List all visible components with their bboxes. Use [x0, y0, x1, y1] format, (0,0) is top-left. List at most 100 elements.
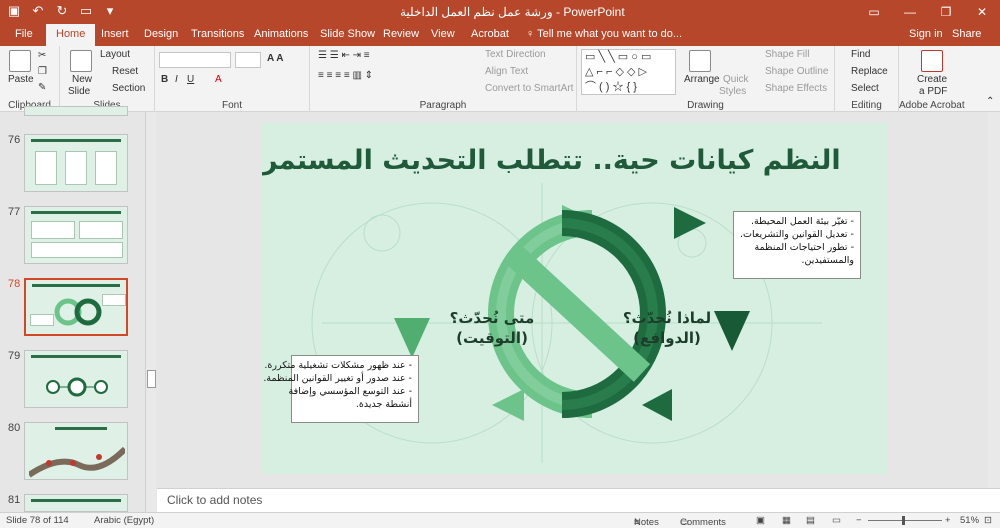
close-button[interactable]: ✕ — [964, 0, 1000, 24]
callout-line: - تعديل القوانين والتشريعات. — [740, 229, 854, 240]
group-label-drawing: Drawing — [687, 100, 724, 111]
slideshow-start-icon[interactable]: ▭ — [78, 3, 94, 19]
tab-review[interactable]: Review — [383, 28, 419, 40]
bullets-icon[interactable]: ☰ ☰ ⇤ ⇥ ≡ — [318, 50, 370, 61]
ribbon-display-options-icon[interactable]: ▭ — [856, 0, 892, 24]
cut-icon[interactable]: ✂ — [38, 50, 46, 61]
minimize-button[interactable]: — — [892, 0, 928, 24]
zoom-out-icon[interactable]: − — [856, 515, 862, 526]
font-size-box[interactable] — [235, 52, 261, 68]
restore-button[interactable]: ❐ — [928, 0, 964, 24]
layout-button[interactable]: Layout — [100, 49, 130, 60]
italic-icon[interactable]: I — [175, 74, 178, 85]
slide-thumbnail[interactable] — [24, 494, 128, 512]
slide-canvas[interactable]: النظم كيانات حية.. تتطلب التحديث المستمر… — [262, 123, 888, 474]
slide-thumbnail-75[interactable] — [24, 106, 128, 116]
shapes-gallery[interactable]: ▭ ╲ ╲ ▭ ○ ▭ △ ⌐ ⌐ ◇ ◇ ▷ ⌒ ( ) ☆ { } — [581, 49, 676, 95]
callout-line: - عند صدور أو تغيير القوانين المنظمة. — [263, 373, 412, 384]
slide-sorter-icon[interactable]: ▦ — [782, 515, 791, 526]
thumbnail-scrollbar[interactable] — [145, 112, 156, 512]
reset-button[interactable]: Reset — [112, 66, 138, 77]
bold-icon[interactable]: B — [161, 74, 168, 85]
zoom-slider[interactable] — [868, 520, 942, 521]
status-bar: Slide 78 of 114 Arabic (Egypt) ≡ Notes ▭… — [0, 512, 1000, 528]
reading-view-icon[interactable]: ▤ — [806, 515, 815, 526]
save-icon[interactable]: ▣ — [6, 3, 22, 19]
select-button[interactable]: Select — [851, 83, 879, 94]
share-label: Share — [952, 28, 982, 40]
create-pdf-label-1[interactable]: Create — [917, 74, 947, 85]
slide-thumbnail[interactable] — [24, 134, 128, 192]
section-button[interactable]: Section — [112, 83, 145, 94]
callout-when-update[interactable]: - عند ظهور مشكلات تشغيلية متكررة. - عند … — [263, 355, 419, 423]
tell-me-box[interactable]: ♀ Tell me what you want to do... — [526, 28, 682, 40]
align-text-button[interactable]: Align Text — [485, 66, 528, 77]
notes-pane[interactable]: Click to add notes — [157, 488, 1000, 512]
arrange-button[interactable]: Arrange — [684, 74, 720, 85]
shape-effects-button[interactable]: Shape Effects — [765, 83, 827, 94]
language-indicator[interactable]: Arabic (Egypt) — [94, 515, 154, 526]
tab-acrobat[interactable]: Acrobat — [471, 28, 509, 40]
format-painter-icon[interactable]: ✎ — [38, 82, 46, 93]
align-icon[interactable]: ≡ ≡ ≡ ≡ ▥ ⇕ — [318, 70, 373, 81]
quick-styles-label-2[interactable]: Styles — [719, 86, 746, 97]
notes-placeholder[interactable]: Click to add notes — [167, 493, 262, 507]
tab-design[interactable]: Design — [144, 28, 178, 40]
tab-transitions[interactable]: Transitions — [191, 28, 244, 40]
slide-thumbnail[interactable] — [24, 350, 128, 408]
new-slide-label-1[interactable]: New — [72, 74, 92, 85]
window-title: ورشة عمل نظم العمل الداخلية - PowerPoint — [400, 5, 625, 19]
tab-insert[interactable]: Insert — [101, 28, 129, 40]
tab-slide-show[interactable]: Slide Show — [320, 28, 375, 40]
right-loop-label[interactable]: لماذا نُحدّث؟ (الدوافع) — [607, 308, 727, 348]
grow-font-icon[interactable]: A A — [267, 53, 283, 64]
group-paragraph: ☰ ☰ ⇤ ⇥ ≡ ≡ ≡ ≡ ≡ ▥ ⇕ Text Direction Ali… — [310, 46, 577, 112]
tab-view[interactable]: View — [431, 28, 455, 40]
new-slide-icon[interactable] — [70, 50, 92, 72]
tab-file[interactable]: File — [15, 28, 33, 40]
text-direction-button[interactable]: Text Direction — [485, 49, 546, 60]
find-button[interactable]: Find — [851, 49, 870, 60]
sign-in-link[interactable]: Sign in — [909, 28, 943, 40]
thumbnail-infinity-graphic — [54, 298, 102, 326]
collapse-ribbon-icon[interactable]: ⌃ — [986, 96, 994, 107]
slide-scrollbar[interactable] — [988, 112, 1000, 488]
quick-styles-label-1[interactable]: Quick — [723, 74, 749, 85]
zoom-slider-knob[interactable] — [902, 516, 905, 525]
replace-button[interactable]: Replace — [851, 66, 888, 77]
callout-why-update[interactable]: - تغيّر بيئة العمل المحيطة. - تعديل القو… — [733, 211, 861, 279]
group-clipboard: Paste ✂ ❐ ✎ Clipboard — [0, 46, 60, 112]
paste-button[interactable]: Paste — [8, 74, 34, 85]
new-slide-label-2[interactable]: Slide — [68, 86, 90, 97]
pdf-icon[interactable] — [921, 50, 943, 72]
callout-line: - تغيّر بيئة العمل المحيطة. — [750, 216, 854, 227]
tab-home[interactable]: Home — [46, 24, 96, 46]
zoom-in-icon[interactable]: + — [945, 515, 951, 526]
customize-qat-icon[interactable]: ▾ — [102, 3, 118, 19]
arrange-icon[interactable] — [689, 50, 711, 72]
slide-thumbnail[interactable] — [24, 206, 128, 264]
left-loop-label[interactable]: متى نُحدّث؟ (التوقيت) — [437, 308, 547, 348]
tab-animations[interactable]: Animations — [254, 28, 308, 40]
convert-smartart-button[interactable]: Convert to SmartArt — [485, 83, 573, 94]
underline-icon[interactable]: U — [187, 74, 194, 85]
shape-outline-button[interactable]: Shape Outline — [765, 66, 828, 77]
redo-icon[interactable]: ↻ — [54, 3, 70, 19]
create-pdf-label-2[interactable]: a PDF — [919, 86, 947, 97]
undo-icon[interactable]: ↶ — [30, 3, 46, 19]
share-button[interactable]: Share — [952, 28, 981, 40]
font-color-icon[interactable]: A — [215, 74, 222, 85]
scrollbar-thumb[interactable] — [147, 370, 156, 388]
shape-fill-button[interactable]: Shape Fill — [765, 49, 809, 60]
normal-view-icon[interactable]: ▣ — [756, 515, 765, 526]
font-name-box[interactable] — [159, 52, 231, 68]
thumbnail-number: 78 — [8, 278, 21, 290]
slideshow-view-icon[interactable]: ▭ — [832, 515, 841, 526]
slide-thumbnail[interactable] — [24, 422, 128, 480]
ribbon-tabs: File Home Insert Design Transitions Anim… — [0, 24, 1000, 46]
fit-slide-icon[interactable]: ⊡ — [984, 515, 992, 526]
copy-icon[interactable]: ❐ — [38, 66, 47, 77]
paste-icon[interactable] — [9, 50, 31, 72]
slide-thumbnail-selected[interactable] — [24, 278, 128, 336]
zoom-level[interactable]: 51% — [960, 515, 979, 526]
